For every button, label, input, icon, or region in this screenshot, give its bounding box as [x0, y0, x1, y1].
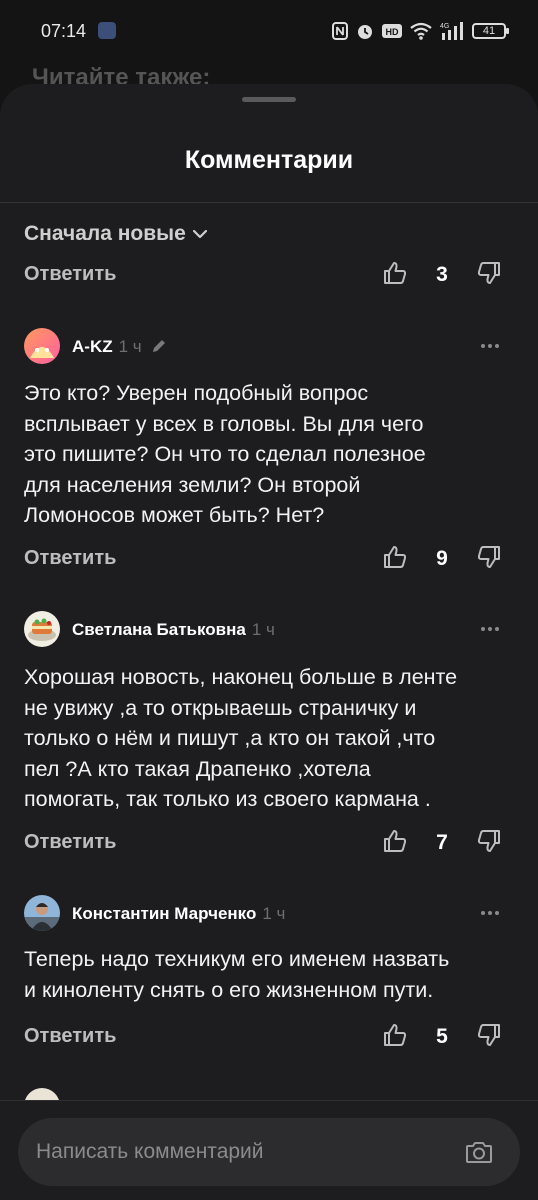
- comment-text: Теперь надо техникум его именем назвать …: [24, 947, 450, 1002]
- more-options-button[interactable]: [476, 903, 504, 923]
- comment-author[interactable]: A-KZ 1 ч: [72, 337, 142, 357]
- comment-time: 1 ч: [251, 620, 275, 639]
- comment-header: Светлана Батьковна 1 ч: [24, 611, 514, 649]
- thumbs-up-icon[interactable]: [382, 828, 408, 854]
- comment-input[interactable]: Написать комментарий: [18, 1118, 520, 1186]
- avatar[interactable]: [24, 611, 60, 647]
- sort-label: Сначала новые: [24, 222, 186, 245]
- comment-actions: Ответить 3: [24, 260, 514, 290]
- camera-icon[interactable]: [464, 1137, 494, 1167]
- reply-button[interactable]: Ответить: [24, 831, 116, 854]
- likes-count: 3: [436, 263, 448, 286]
- nfc-icon: [332, 22, 348, 40]
- comment-header: A-KZ 1 ч: [24, 328, 514, 366]
- comment-text: Это кто? Уверен подобный вопрос всплывае…: [24, 381, 426, 527]
- comment-author[interactable]: Константин Марченко 1 ч: [72, 904, 285, 924]
- reply-button[interactable]: Ответить: [24, 263, 116, 286]
- comment-composer: Написать комментарий: [0, 1100, 538, 1200]
- reply-button[interactable]: Ответить: [24, 1025, 116, 1048]
- comments-sheet: Комментарии Сначала новые Ответить 3 A-K…: [0, 84, 538, 1200]
- avatar[interactable]: [24, 895, 60, 931]
- more-options-button[interactable]: [476, 619, 504, 639]
- comment-actions: Ответить 7: [24, 828, 514, 858]
- thumbs-down-icon[interactable]: [476, 828, 502, 854]
- comment-text: Хорошая новость, наконец больше в ленте …: [24, 665, 458, 811]
- wifi-icon: [410, 22, 432, 40]
- avatar[interactable]: [24, 328, 60, 364]
- sheet-drag-handle[interactable]: [242, 97, 296, 102]
- comment-header: Константин Марченко 1 ч: [24, 895, 514, 933]
- comment-author[interactable]: Светлана Батьковна 1 ч: [72, 620, 275, 640]
- status-bar: 07:14 HD 4G 41: [0, 0, 538, 62]
- svg-text:4G: 4G: [440, 23, 449, 30]
- likes-count: 5: [436, 1025, 448, 1048]
- comment-actions: Ответить 9: [24, 544, 514, 574]
- comment-time: 1 ч: [118, 337, 142, 356]
- signal-icon: 4G: [440, 22, 463, 40]
- thumbs-down-icon[interactable]: [476, 544, 502, 570]
- chevron-down-icon: [192, 229, 207, 239]
- thumbs-up-icon[interactable]: [382, 260, 408, 286]
- sheet-title: Комментарии: [184, 146, 354, 174]
- reply-button[interactable]: Ответить: [24, 547, 116, 570]
- more-options-button[interactable]: [476, 336, 504, 356]
- battery-icon: 41: [472, 23, 509, 39]
- pencil-icon: [153, 340, 165, 352]
- thumbs-down-icon[interactable]: [476, 1022, 502, 1048]
- status-icons: HD 4G 41: [332, 19, 509, 43]
- comment-input-placeholder: Написать комментарий: [36, 1140, 264, 1163]
- comment-actions: Ответить 5: [24, 1022, 514, 1052]
- thumbs-up-icon[interactable]: [382, 544, 408, 570]
- likes-count: 9: [436, 547, 448, 570]
- likes-count: 7: [436, 831, 448, 854]
- status-time: 07:14: [41, 21, 87, 41]
- divider: [0, 202, 538, 203]
- hd-icon: HD: [382, 24, 402, 38]
- svg-text:HD: HD: [386, 27, 399, 37]
- alarm-icon: [358, 25, 372, 39]
- comment-time: 1 ч: [262, 904, 286, 923]
- thumbs-up-icon[interactable]: [382, 1022, 408, 1048]
- thumbs-down-icon[interactable]: [476, 260, 502, 286]
- sort-dropdown[interactable]: Сначала новые: [24, 222, 208, 246]
- notification-icon: [98, 22, 116, 39]
